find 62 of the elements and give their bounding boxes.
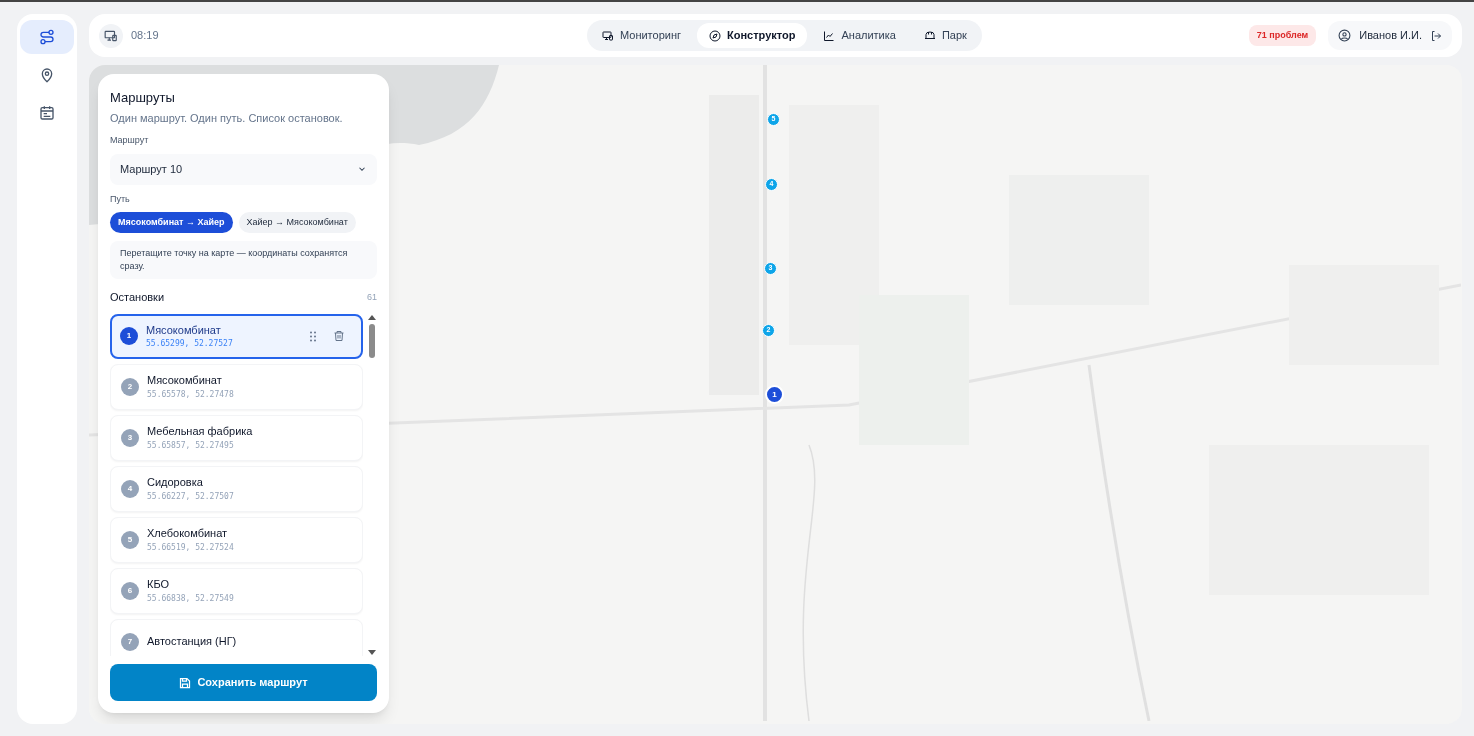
stop-number: 1 (120, 327, 138, 345)
monitor-icon (99, 23, 123, 48)
stop-item[interactable]: 6 КБО 55.66838, 52.27549 (110, 567, 363, 614)
stop-name: Сидоровка (147, 475, 204, 491)
scroll-thumb[interactable] (369, 323, 375, 358)
stop-number: 2 (121, 377, 139, 396)
section-title: Остановки (110, 290, 165, 305)
stops-count: 61 (367, 290, 377, 304)
problems-badge[interactable]: 71 проблем (1248, 24, 1317, 47)
stop-item[interactable]: 7 Автостанция (НГ) (110, 618, 363, 656)
scroll-up-icon[interactable] (368, 313, 376, 320)
user-icon (1338, 29, 1352, 42)
stop-coordinates: 55.65578, 52.27478 (147, 388, 235, 401)
stop-name: Хлебокомбинат (147, 526, 229, 542)
save-icon (179, 676, 192, 689)
stop-number: 6 (121, 581, 139, 600)
clock-time: 08:19 (131, 28, 159, 44)
panel-title: Маршруты (110, 89, 176, 107)
stop-coordinates: 55.66838, 52.27549 (147, 592, 235, 605)
save-route-button[interactable]: Сохранить маршрут (110, 664, 377, 701)
stop-name: Мясокомбинат (146, 322, 222, 338)
stop-item[interactable]: 4 Сидоровка 55.66227, 52.27507 (110, 465, 363, 512)
nav-tab[interactable]: Парк (911, 23, 979, 48)
stop-number: 4 (121, 479, 139, 498)
stop-item[interactable]: 3 Мебельная фабрика 55.65857, 52.27495 (110, 414, 363, 461)
stop-item[interactable]: 5 Хлебокомбинат 55.66519, 52.27524 (110, 516, 363, 563)
logout-icon (1430, 29, 1442, 42)
user-menu[interactable]: Иванов И.И. (1328, 21, 1452, 50)
field-label: Маршрут (110, 134, 150, 147)
nav-tab[interactable]: Мониторинг (590, 23, 693, 48)
drag-handle-icon[interactable] (309, 330, 317, 342)
stop-item[interactable]: 2 Мясокомбинат 55.65578, 52.27478 (110, 363, 363, 410)
stop-coordinates: 55.65857, 52.27495 (147, 439, 235, 452)
stop-coordinates: 55.65299, 52.27527 (146, 338, 234, 351)
stop-number: 3 (121, 428, 139, 447)
trash-icon[interactable] (333, 330, 345, 342)
stop-name: Мясокомбинат (147, 373, 223, 389)
location-pin-icon (39, 67, 55, 83)
monitor-icon (602, 29, 614, 42)
compass-icon (709, 29, 721, 42)
scroll-down-icon[interactable] (368, 650, 376, 656)
path-option[interactable]: Мясокомбинат → Хайер (110, 212, 233, 233)
stop-coordinates: 55.66227, 52.27507 (147, 490, 235, 503)
sidebar-nav-button[interactable] (20, 20, 74, 54)
bus-icon (923, 29, 936, 42)
route-icon (39, 29, 55, 45)
stop-coordinates: 55.66519, 52.27524 (147, 541, 235, 554)
path-option[interactable]: Хайер → Мясокомбинат (238, 212, 356, 233)
stop-number: 5 (121, 530, 139, 549)
route-select[interactable]: Маршрут 10 (110, 153, 377, 185)
calendar-icon (39, 105, 55, 121)
panel-subtitle: Один маршрут. Один путь. Список остановок. (110, 110, 344, 126)
nav-tab[interactable]: Конструктор (697, 23, 808, 48)
chart-icon (823, 29, 836, 42)
field-label: Путь (110, 192, 131, 206)
stop-name: Автостанция (НГ) (147, 634, 238, 650)
stop-number: 7 (121, 632, 139, 651)
stop-item[interactable]: 1 Мясокомбинат 55.65299, 52.27527 (110, 313, 363, 359)
stop-name: КБО (147, 577, 171, 593)
nav-tab[interactable]: Аналитика (811, 23, 908, 48)
stop-name: Мебельная фабрика (147, 424, 254, 440)
hint-note: Перетащите точку на карте — координаты сохранятся сразу. (110, 241, 377, 279)
